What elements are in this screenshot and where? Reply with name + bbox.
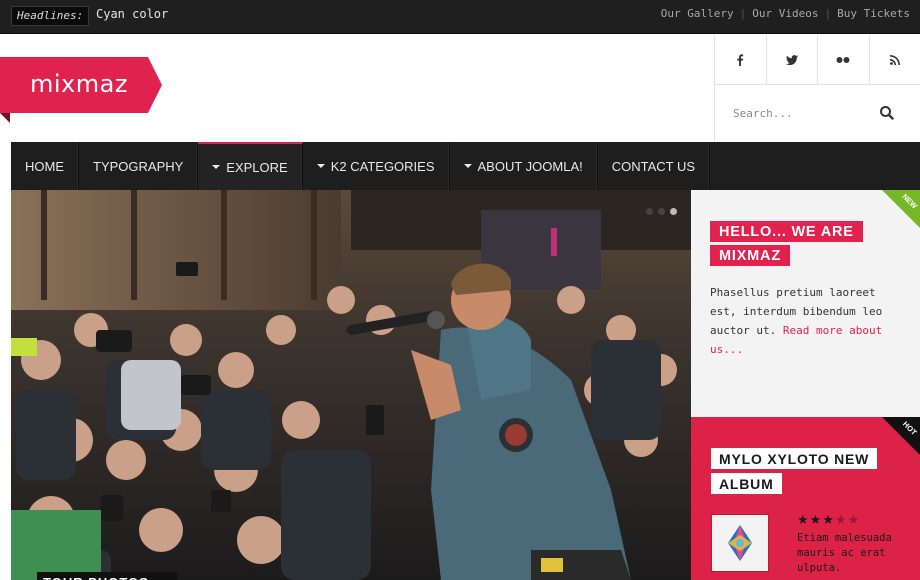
top-link-gallery[interactable]: Our Gallery	[661, 7, 734, 20]
site-logo[interactable]: mixmaz	[30, 70, 128, 98]
slide-caption[interactable]: TOUR PHOTOS	[37, 572, 177, 580]
top-link-separator: |	[824, 7, 832, 20]
album-rating: ★ ★ ★ ★ ★	[797, 513, 859, 527]
hero-slider[interactable]: TOUR PHOTOS	[11, 190, 691, 580]
slider-pagination	[646, 208, 677, 215]
rss-icon[interactable]	[870, 35, 920, 84]
about-promo: NEW HELLO... WE ARE MIXMAZ Phasellus pre…	[691, 190, 920, 417]
nav-item-typography[interactable]: TYPOGRAPHY	[79, 142, 199, 190]
star-icon[interactable]: ★	[810, 513, 822, 527]
star-icon[interactable]: ★	[848, 513, 860, 527]
search-box	[714, 85, 920, 142]
slide-dot-active[interactable]	[670, 208, 677, 215]
album-text: Etiam malesuada mauris ac erat ulputa.	[797, 532, 892, 574]
nav-item-k2-categories[interactable]: K2 CATEGORIES	[303, 142, 450, 190]
nav-item-label: EXPLORE	[226, 159, 288, 175]
new-badge: NEW	[882, 190, 920, 228]
album-title: MYLO XYLOTO NEW ALBUM	[711, 447, 891, 497]
logo-fold	[0, 113, 10, 123]
search-icon[interactable]	[878, 104, 896, 122]
social-links	[714, 35, 920, 85]
nav-item-label: ABOUT JOOMLA!	[477, 158, 583, 174]
promo-title: HELLO... WE ARE MIXMAZ	[710, 220, 880, 268]
slide-dot[interactable]	[658, 208, 665, 215]
star-icon[interactable]: ★	[835, 513, 847, 527]
search-input[interactable]	[733, 104, 873, 122]
concert-photo	[11, 190, 691, 580]
caret-down-icon	[463, 164, 472, 168]
nav-item-label: CONTACT US	[611, 158, 696, 174]
nav-item-about-joomla[interactable]: ABOUT JOOMLA!	[450, 142, 598, 190]
twitter-icon[interactable]	[767, 35, 818, 84]
promo-title-text: HELLO... WE ARE MIXMAZ	[710, 221, 863, 266]
album-cover-art	[712, 515, 768, 571]
album-title-text: MYLO XYLOTO NEW ALBUM	[711, 448, 878, 494]
facebook-icon[interactable]	[715, 35, 767, 84]
top-link-tickets[interactable]: Buy Tickets	[837, 7, 910, 20]
top-link-videos[interactable]: Our Videos	[752, 7, 818, 20]
star-icon[interactable]: ★	[797, 513, 809, 527]
caret-down-icon	[316, 164, 325, 168]
flickr-icon[interactable]	[818, 35, 870, 84]
star-icon[interactable]: ★	[822, 513, 834, 527]
headline-ticker[interactable]: Cyan color	[96, 6, 168, 22]
top-bar: Headlines: Cyan color Our Gallery | Our …	[0, 0, 920, 34]
main-nav: HOME TYPOGRAPHY EXPLORE K2 CATEGORIES AB…	[11, 142, 920, 190]
nav-item-contact-us[interactable]: CONTACT US	[598, 142, 711, 190]
slide-dot[interactable]	[646, 208, 653, 215]
nav-item-label: TYPOGRAPHY	[93, 158, 184, 174]
nav-item-label: HOME	[25, 158, 64, 174]
album-cover[interactable]	[711, 514, 769, 572]
caret-down-icon	[212, 165, 221, 169]
headlines-label: Headlines:	[11, 6, 90, 26]
nav-item-explore[interactable]: EXPLORE	[198, 142, 303, 190]
top-link-separator: |	[739, 7, 747, 20]
promo-body: Phasellus pretium laoreet est, interdum …	[710, 283, 895, 359]
top-links: Our Gallery | Our Videos | Buy Tickets	[661, 7, 910, 20]
album-promo: HOT MYLO XYLOTO NEW ALBUM ★ ★ ★ ★ ★ Etiam ma…	[691, 417, 920, 580]
nav-item-label: K2 CATEGORIES	[330, 158, 435, 174]
nav-item-home[interactable]: HOME	[11, 142, 79, 190]
